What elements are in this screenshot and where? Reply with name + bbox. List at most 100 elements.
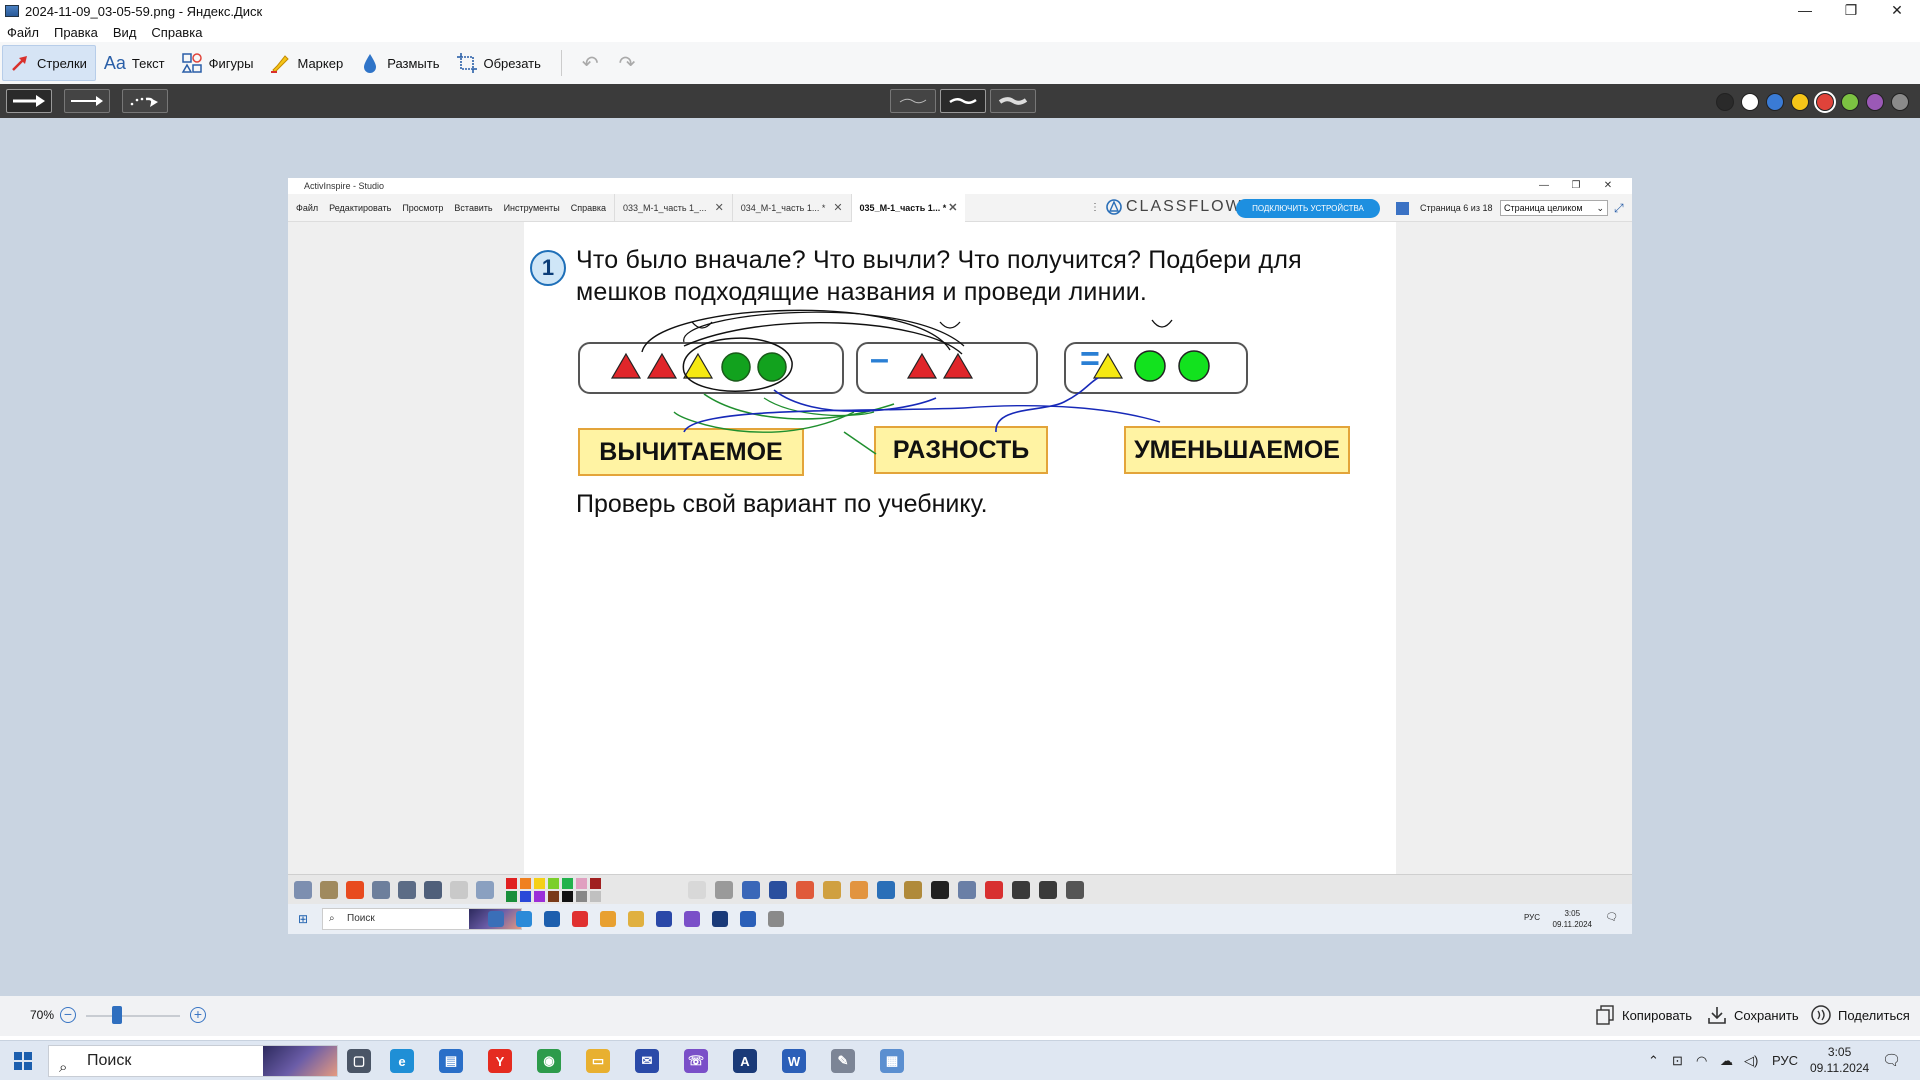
activinspire-title: ActivInspire - Studio [304, 181, 385, 191]
embedded-notification-icon: 🗨 [1605, 912, 1618, 923]
toolbox-color-swatch [520, 878, 531, 889]
task-view-icon[interactable]: ▢ [347, 1049, 371, 1073]
viber-icon[interactable]: ☏ [684, 1049, 708, 1073]
zoom-slider-track[interactable] [86, 1015, 180, 1017]
notification-icon[interactable]: 🗨 [1882, 1051, 1901, 1069]
toolbox-tool-icon [931, 881, 949, 899]
activinspire-titlebar: ActivInspire - Studio — ❐ ✕ [288, 178, 1632, 194]
toolbox-tool-icon [346, 881, 364, 899]
zoom-slider-thumb[interactable] [112, 1006, 122, 1024]
task-line-1: Что было вначале? Что вычли? Что получит… [576, 246, 1302, 274]
toolbox-color-swatch [590, 891, 601, 902]
toolbox-tool-icon [769, 881, 787, 899]
tool-blur[interactable]: Размыть [353, 45, 447, 81]
connect-devices-button: ПОДКЛЮЧИТЬ УСТРОЙСТВА [1236, 199, 1380, 218]
marker-icon [269, 52, 291, 74]
app-icon[interactable]: A [733, 1049, 757, 1073]
color-swatch[interactable] [1791, 93, 1809, 111]
label-subtrahend: ВЫЧИТАЕМОЕ [578, 428, 804, 476]
arrow-style-thick[interactable] [6, 89, 52, 113]
color-swatch[interactable] [1716, 93, 1734, 111]
word-icon[interactable]: W [782, 1049, 806, 1073]
menu-edit[interactable]: Правка [54, 25, 98, 40]
file-explorer-icon[interactable]: ▭ [586, 1049, 610, 1073]
arrow-style-dotted[interactable] [122, 89, 168, 113]
store-icon[interactable]: ▤ [439, 1049, 463, 1073]
flipchart-page: 1 Что было вначале? Что вычли? Что получ… [524, 222, 1396, 874]
ai-menu-edit: Редактировать [329, 202, 392, 213]
embedded-search-icon: ⌕ [329, 913, 335, 924]
toolbox-tool-icon [715, 881, 733, 899]
stroke-width-thick[interactable] [990, 89, 1036, 113]
tool-text[interactable]: Aa Текст [98, 45, 173, 81]
window-titlebar: 2024-11-09_03-05-59.png - Яндекс.Диск — … [0, 0, 1920, 22]
fit-select: Страница целиком ⌄ [1500, 200, 1608, 216]
restore-button[interactable]: ❐ [1828, 0, 1874, 22]
embedded-screenshot[interactable]: ActivInspire - Studio — ❐ ✕ Файл Редакти… [288, 178, 1632, 934]
toolbox-color-swatch [506, 891, 517, 902]
tray-expand-icon[interactable]: ⌃ [1648, 1053, 1659, 1069]
ai-menu-help: Справка [570, 202, 607, 213]
toolbox-tool-icon [850, 881, 868, 899]
toolbox-color-swatch [520, 891, 531, 902]
taskbar-search[interactable]: ⌕ Поиск [48, 1045, 338, 1077]
toolbox-color-swatch [534, 891, 545, 902]
embedded-app-icon [684, 911, 700, 927]
windows-start-icon[interactable] [14, 1052, 32, 1070]
blur-icon [359, 52, 381, 74]
zoom-in-button[interactable]: + [190, 1007, 206, 1023]
copy-icon [1594, 1004, 1616, 1026]
chrome-icon[interactable]: ◉ [537, 1049, 561, 1073]
close-button[interactable]: ✕ [1874, 0, 1920, 22]
zoom-level: 70% [30, 1008, 55, 1022]
stroke-width-medium[interactable] [940, 89, 986, 113]
share-button[interactable]: Поделиться [1810, 1004, 1910, 1026]
thick-arrow-icon [13, 95, 45, 107]
tray-meet-icon[interactable]: ⊡ [1672, 1053, 1683, 1069]
tray-language[interactable]: РУС [1772, 1053, 1798, 1068]
embedded-app-icon [572, 911, 588, 927]
save-button[interactable]: Сохранить [1706, 1004, 1799, 1026]
yandex-browser-icon[interactable]: Y [488, 1049, 512, 1073]
medium-stroke-icon [949, 98, 977, 104]
color-swatch[interactable] [1814, 91, 1836, 113]
tray-volume-icon[interactable]: ◁) [1744, 1053, 1758, 1069]
copy-button[interactable]: Копировать [1594, 1004, 1692, 1026]
tool-marker[interactable]: Маркер [263, 45, 351, 81]
color-swatch[interactable] [1741, 93, 1759, 111]
toolbox-tool-icon [294, 881, 312, 899]
activinspire-icon[interactable]: ▦ [880, 1049, 904, 1073]
zoom-out-button[interactable]: − [60, 1007, 76, 1023]
arrow-style-thin[interactable] [64, 89, 110, 113]
color-swatch[interactable] [1841, 93, 1859, 111]
mail-icon[interactable]: ✉ [635, 1049, 659, 1073]
tool-shapes[interactable]: Фигуры [175, 45, 262, 81]
toolbox-tool-icon [450, 881, 468, 899]
embedded-app-icon [768, 911, 784, 927]
toolbox-color-swatch [590, 878, 601, 889]
menu-file[interactable]: Файл [7, 25, 39, 40]
toolbox-tool-icon [1039, 881, 1057, 899]
minimize-button[interactable]: — [1782, 0, 1828, 22]
color-swatch[interactable] [1766, 93, 1784, 111]
classflow-icon [1106, 199, 1122, 215]
app-icon [5, 5, 19, 17]
stroke-width-thin[interactable] [890, 89, 936, 113]
pen-tool-icon[interactable]: ✎ [831, 1049, 855, 1073]
taskbar-clock[interactable]: 3:05 09.11.2024 [1810, 1044, 1869, 1076]
tray-cloud-icon[interactable]: ☁ [1720, 1053, 1733, 1069]
toolbar-divider [560, 50, 562, 76]
color-swatch[interactable] [1866, 93, 1884, 111]
tool-arrows[interactable]: Стрелки [2, 45, 96, 81]
color-swatch[interactable] [1891, 93, 1909, 111]
redo-icon[interactable]: ↷ [619, 51, 636, 76]
tray-wifi-icon[interactable]: ◠ [1696, 1053, 1707, 1069]
edge-icon[interactable]: e [390, 1049, 414, 1073]
mini-minimize-icon: — [1539, 180, 1549, 191]
menu-view[interactable]: Вид [113, 25, 137, 40]
tool-crop[interactable]: Обрезать [450, 45, 549, 81]
activinspire-menubar: Файл Редактировать Просмотр Вставить Инс… [288, 193, 1632, 222]
undo-icon[interactable]: ↶ [582, 51, 599, 76]
menu-help[interactable]: Справка [151, 25, 202, 40]
label-minuend: УМЕНЬШАЕМОЕ [1124, 426, 1350, 474]
